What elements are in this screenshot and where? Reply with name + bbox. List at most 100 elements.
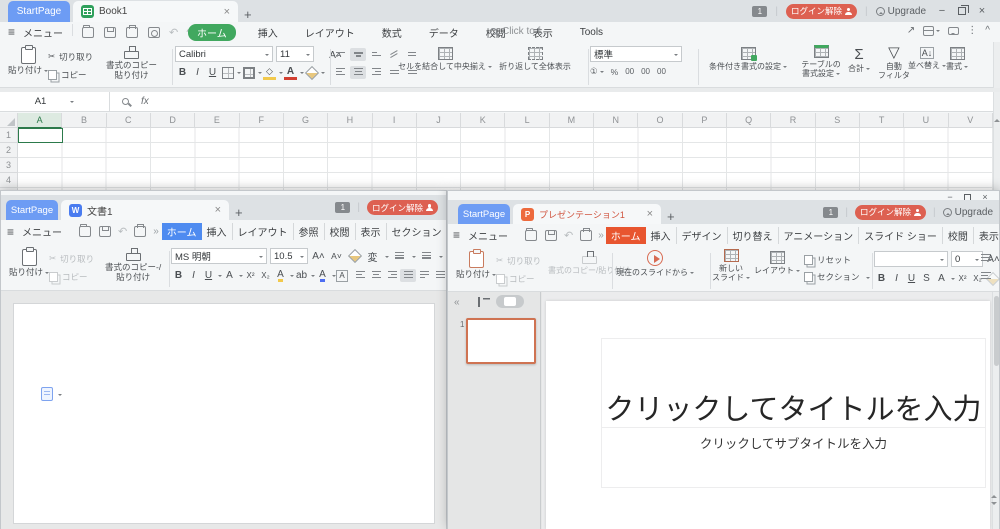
et-font-color-button[interactable]: A bbox=[283, 65, 298, 80]
wps-tab-references[interactable]: 参照 bbox=[294, 223, 325, 240]
name-box-dropdown-icon[interactable] bbox=[70, 101, 74, 105]
wps-italic-button[interactable]: I bbox=[186, 268, 201, 283]
et-table-format-button[interactable]: テーブルの書式設定 bbox=[798, 45, 844, 78]
wps-strikethrough-button[interactable]: ab bbox=[294, 268, 309, 283]
et-sort-button[interactable]: A↓ 並べ替え bbox=[908, 47, 946, 71]
percent-format-button[interactable]: % bbox=[611, 67, 619, 77]
wpp-tab-slideshow[interactable]: スライド ショー bbox=[859, 227, 943, 244]
column-header-P[interactable]: P bbox=[683, 113, 727, 128]
save-icon[interactable] bbox=[104, 27, 116, 38]
column-header-V[interactable]: V bbox=[949, 113, 993, 128]
et-menu-button[interactable]: メニュー bbox=[18, 24, 68, 41]
row-header-3[interactable]: 3 bbox=[0, 158, 17, 173]
column-header-R[interactable]: R bbox=[771, 113, 815, 128]
wps-char-shading-button[interactable]: A bbox=[336, 270, 348, 282]
wpp-tab-document[interactable]: P プレゼンテーション1 × bbox=[513, 204, 661, 224]
column-header-J[interactable]: J bbox=[417, 113, 461, 128]
et-tab-document[interactable]: Book1 × bbox=[73, 1, 238, 22]
wpp-tab-insert[interactable]: 挿入 bbox=[646, 227, 677, 244]
et-fontsize-select[interactable]: 11 bbox=[276, 46, 314, 62]
wpp-bullets-button[interactable] bbox=[978, 252, 994, 265]
formula-input[interactable] bbox=[149, 92, 1000, 112]
wps-tab-view[interactable]: 表示 bbox=[356, 223, 387, 240]
et-tab-insert[interactable]: 挿入 bbox=[253, 24, 283, 41]
decrease-decimal-button[interactable]: 00 bbox=[657, 67, 666, 76]
wpp-copy-button[interactable]: コピー bbox=[496, 271, 541, 286]
save-icon[interactable] bbox=[99, 226, 111, 237]
undo-icon[interactable]: ↶ bbox=[118, 225, 127, 238]
et-wrap-text-button[interactable]: 折り返して全体表示 bbox=[490, 47, 580, 71]
wps-distribute-button[interactable] bbox=[416, 269, 432, 282]
active-cell-a1[interactable] bbox=[18, 128, 63, 143]
et-tab-formula[interactable]: 数式 bbox=[377, 24, 407, 41]
et-logout-button[interactable]: ログイン解除 bbox=[786, 4, 857, 19]
wps-clear-format-button[interactable] bbox=[347, 249, 362, 264]
outline-view-icon[interactable] bbox=[478, 297, 490, 307]
column-header-H[interactable]: H bbox=[328, 113, 372, 128]
et-conditional-format-button[interactable]: 条件付き書式の設定 bbox=[700, 47, 796, 71]
wps-numbering-button[interactable] bbox=[419, 249, 434, 264]
et-filter-button[interactable]: ▽ 自動フィルタ bbox=[878, 45, 910, 80]
wps-superscript-button[interactable]: X² bbox=[243, 268, 258, 283]
wpp-cut-button[interactable]: ✂切り取り bbox=[496, 253, 541, 268]
et-borders-button[interactable] bbox=[220, 65, 235, 80]
wps-justify-button[interactable] bbox=[400, 269, 416, 282]
wpp-tab-animation[interactable]: アニメーション bbox=[779, 227, 860, 244]
column-header-O[interactable]: O bbox=[638, 113, 682, 128]
wpp-menu-button[interactable]: メニュー bbox=[463, 227, 513, 244]
et-fill-color-button[interactable]: ◇ bbox=[262, 65, 277, 80]
print-icon[interactable] bbox=[134, 226, 146, 237]
next-slide-icon[interactable] bbox=[991, 502, 997, 508]
align-left-button[interactable] bbox=[332, 66, 348, 79]
wps-tab-document[interactable]: W 文書1 × bbox=[61, 200, 229, 220]
wps-align-left-button[interactable] bbox=[352, 269, 368, 282]
wpp-strikethrough-button[interactable]: S bbox=[919, 271, 934, 286]
column-header-M[interactable]: M bbox=[550, 113, 594, 128]
wps-format-painter-button[interactable]: 書式のコピー-/貼り付け bbox=[105, 247, 161, 283]
wps-font-enlarge-button[interactable]: A˄ bbox=[311, 249, 326, 264]
et-underline-button[interactable]: U bbox=[205, 65, 220, 80]
comma-format-button[interactable]: 00 bbox=[625, 67, 634, 76]
et-merge-center-button[interactable]: セルを結合して中央揃え bbox=[390, 47, 500, 71]
align-right-button[interactable] bbox=[368, 66, 384, 79]
wpp-logout-button[interactable]: ログイン解除 bbox=[855, 205, 926, 220]
undo-icon[interactable]: ↶ bbox=[564, 229, 573, 242]
et-copy-button[interactable]: コピー bbox=[48, 67, 93, 82]
wpp-font-select[interactable] bbox=[874, 251, 948, 267]
wps-document-area[interactable] bbox=[1, 291, 446, 529]
row-header-4[interactable]: 4 bbox=[0, 173, 17, 188]
wps-notification-badge[interactable]: 1 bbox=[335, 202, 350, 213]
column-header-G[interactable]: G bbox=[284, 113, 328, 128]
row-header-1[interactable]: 1 bbox=[0, 128, 17, 143]
et-tab-startpage[interactable]: StartPage bbox=[8, 1, 70, 22]
column-header-U[interactable]: U bbox=[904, 113, 948, 128]
et-format-button[interactable]: 書式 bbox=[946, 47, 968, 71]
et-cellstyle-button[interactable] bbox=[241, 65, 256, 80]
wps-tab-close-icon[interactable]: × bbox=[215, 204, 221, 216]
wpp-hamburger-icon[interactable]: ≡ bbox=[453, 228, 460, 242]
wps-fontsize-select[interactable]: 10.5 bbox=[270, 248, 308, 264]
wpp-notification-badge[interactable]: 1 bbox=[823, 207, 838, 218]
wps-hamburger-icon[interactable]: ≡ bbox=[7, 225, 14, 239]
wps-logout-button[interactable]: ログイン解除 bbox=[367, 200, 438, 215]
wpp-underline-button[interactable]: U bbox=[904, 271, 919, 286]
slide-thumbnail-1[interactable] bbox=[466, 318, 536, 364]
et-font-select[interactable]: Calibri bbox=[175, 46, 273, 62]
increase-decimal-button[interactable]: 00 bbox=[641, 67, 650, 76]
wpp-font-color-button[interactable]: A bbox=[934, 271, 949, 286]
fx-icon[interactable]: fx bbox=[141, 96, 149, 107]
et-tab-close-icon[interactable]: × bbox=[224, 6, 230, 18]
print-icon[interactable] bbox=[580, 230, 592, 241]
wps-bullets-button[interactable] bbox=[392, 249, 407, 264]
et-vertical-scrollbar[interactable] bbox=[993, 92, 1000, 190]
et-clear-format-button[interactable] bbox=[304, 65, 319, 80]
wps-bold-button[interactable]: B bbox=[171, 268, 186, 283]
share-icon[interactable]: ↗ bbox=[907, 25, 915, 36]
wps-paste-options-button[interactable] bbox=[41, 387, 62, 401]
et-hamburger-icon[interactable]: ≡ bbox=[8, 25, 15, 39]
et-new-tab-button[interactable]: + bbox=[238, 7, 258, 22]
previous-slide-icon[interactable] bbox=[991, 492, 997, 498]
wpp-tab-transitions[interactable]: 切り替え bbox=[728, 227, 779, 244]
wpp-italic-button[interactable]: I bbox=[889, 271, 904, 286]
wps-copy-button[interactable]: コピー bbox=[49, 269, 94, 284]
